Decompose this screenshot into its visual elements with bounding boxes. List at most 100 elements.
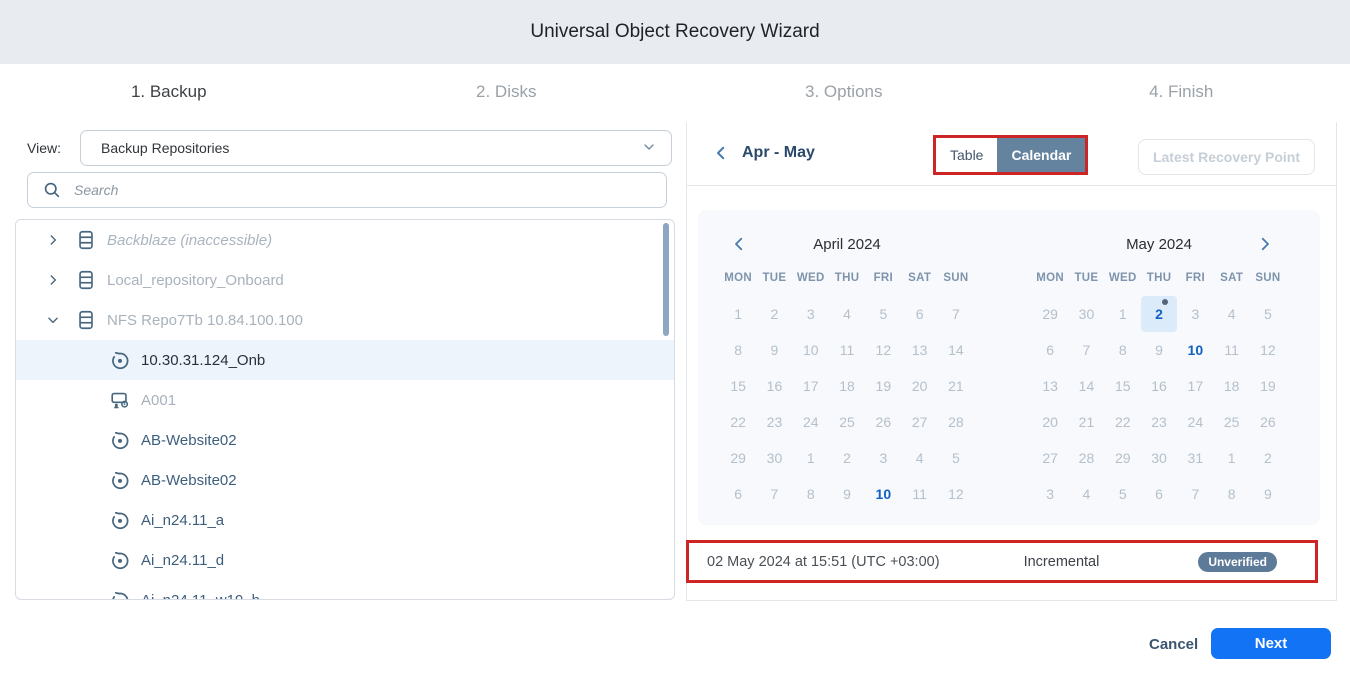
tree-item[interactable]: AB-Website02 [16,460,674,500]
calendar-day[interactable]: 8 [1213,476,1249,512]
calendar-day[interactable]: 28 [938,404,974,440]
calendar-day[interactable]: 2 [829,440,865,476]
scrollbar-thumb[interactable] [663,223,669,336]
calendar-day[interactable]: 14 [938,332,974,368]
calendar-toggle-button[interactable]: Calendar [997,138,1086,172]
recovery-point-row[interactable]: 02 May 2024 at 15:51 (UTC +03:00) Increm… [686,540,1318,583]
calendar-day[interactable]: 7 [938,296,974,332]
calendar-day[interactable]: 4 [1213,296,1249,332]
calendar-day[interactable]: 30 [1141,440,1177,476]
calendar-day[interactable]: 11 [1213,332,1249,368]
tree-item[interactable]: Ai_n24.11_d [16,540,674,580]
calendar-day[interactable]: 8 [720,332,756,368]
calendar-day[interactable]: 29 [720,440,756,476]
calendar-day[interactable]: 28 [1068,440,1104,476]
step-finish[interactable]: 4. Finish [1013,64,1350,120]
calendar-day[interactable]: 10 [865,476,901,512]
calendar-day[interactable]: 29 [1105,440,1141,476]
calendar-day[interactable]: 6 [901,296,937,332]
calendar-day[interactable]: 6 [1141,476,1177,512]
calendar-day[interactable]: 26 [1250,404,1286,440]
calendar-day[interactable]: 10 [793,332,829,368]
calendar-day[interactable]: 8 [1105,332,1141,368]
next-button[interactable]: Next [1211,628,1331,659]
calendar-day[interactable]: 14 [1068,368,1104,404]
cancel-button[interactable]: Cancel [1143,630,1204,658]
step-options[interactable]: 3. Options [675,64,1013,120]
calendar-day[interactable]: 22 [1105,404,1141,440]
calendar-day[interactable]: 22 [720,404,756,440]
calendar-day[interactable]: 18 [829,368,865,404]
calendar-day[interactable]: 1 [1213,440,1249,476]
calendar-day[interactable]: 4 [829,296,865,332]
calendar-day[interactable]: 1 [720,296,756,332]
calendar-day[interactable]: 12 [1250,332,1286,368]
calendar-day[interactable]: 30 [756,440,792,476]
calendar-day[interactable]: 21 [1068,404,1104,440]
view-dropdown[interactable]: Backup Repositories [80,130,672,166]
calendar-day[interactable]: 5 [865,296,901,332]
calendar-day[interactable]: 6 [1032,332,1068,368]
chevron-right-icon[interactable] [45,232,61,248]
search-box[interactable] [27,172,667,208]
calendar-day[interactable]: 17 [793,368,829,404]
calendar-day[interactable]: 31 [1177,440,1213,476]
calendar-day[interactable]: 7 [1177,476,1213,512]
calendar-day[interactable]: 2 [1140,296,1178,332]
calendar-day[interactable]: 16 [1141,368,1177,404]
calendar-day[interactable]: 3 [865,440,901,476]
calendar-day[interactable]: 20 [1032,404,1068,440]
calendar-day[interactable]: 18 [1213,368,1249,404]
calendar-day[interactable]: 3 [1177,296,1213,332]
calendar-day[interactable]: 2 [756,296,792,332]
calendar-day[interactable]: 2 [1250,440,1286,476]
step-backup[interactable]: 1. Backup [0,64,338,120]
calendar-day[interactable]: 8 [793,476,829,512]
calendar-day[interactable]: 6 [720,476,756,512]
calendar-day[interactable]: 25 [1213,404,1249,440]
calendar-day[interactable]: 19 [1250,368,1286,404]
calendar-day[interactable]: 26 [865,404,901,440]
calendar-day[interactable]: 15 [720,368,756,404]
chevron-left-icon[interactable] [712,144,730,162]
calendar-day[interactable]: 20 [901,368,937,404]
calendar-day[interactable]: 24 [1177,404,1213,440]
calendar-day[interactable]: 30 [1068,296,1104,332]
calendar-day[interactable]: 27 [1032,440,1068,476]
tree-item[interactable]: 10.30.31.124_Onb [16,340,674,380]
calendar-day[interactable]: 4 [901,440,937,476]
calendar-day[interactable]: 5 [938,440,974,476]
calendar-day[interactable]: 17 [1177,368,1213,404]
tree-item[interactable]: A001 [16,380,674,420]
calendar-day[interactable]: 9 [756,332,792,368]
calendar-day[interactable]: 16 [756,368,792,404]
calendar-day[interactable]: 13 [901,332,937,368]
chevron-right-icon[interactable] [45,272,61,288]
calendar-day[interactable]: 7 [1068,332,1104,368]
calendar-day[interactable]: 7 [756,476,792,512]
calendar-day[interactable]: 10 [1177,332,1213,368]
calendar-day[interactable]: 23 [756,404,792,440]
calendar-day[interactable]: 29 [1032,296,1068,332]
calendar-day[interactable]: 5 [1250,296,1286,332]
calendar-day[interactable]: 23 [1141,404,1177,440]
step-disks[interactable]: 2. Disks [338,64,676,120]
calendar-day[interactable]: 24 [793,404,829,440]
calendar-day[interactable]: 19 [865,368,901,404]
calendar-day[interactable]: 21 [938,368,974,404]
calendar-day[interactable]: 1 [1105,296,1141,332]
calendar-day[interactable]: 27 [901,404,937,440]
calendar-day[interactable]: 3 [793,296,829,332]
calendar-day[interactable]: 9 [829,476,865,512]
calendar-day[interactable]: 4 [1068,476,1104,512]
calendar-day[interactable]: 9 [1250,476,1286,512]
chevron-down-icon[interactable] [45,312,61,328]
calendar-day[interactable]: 9 [1141,332,1177,368]
calendar-day[interactable]: 25 [829,404,865,440]
tree-item[interactable]: AB-Website02 [16,420,674,460]
tree-item[interactable]: Backblaze (inaccessible) [16,220,674,260]
tree-item[interactable]: NFS Repo7Tb 10.84.100.100 [16,300,674,340]
calendar-day[interactable]: 13 [1032,368,1068,404]
calendar-day[interactable]: 12 [938,476,974,512]
calendar-day[interactable]: 11 [829,332,865,368]
